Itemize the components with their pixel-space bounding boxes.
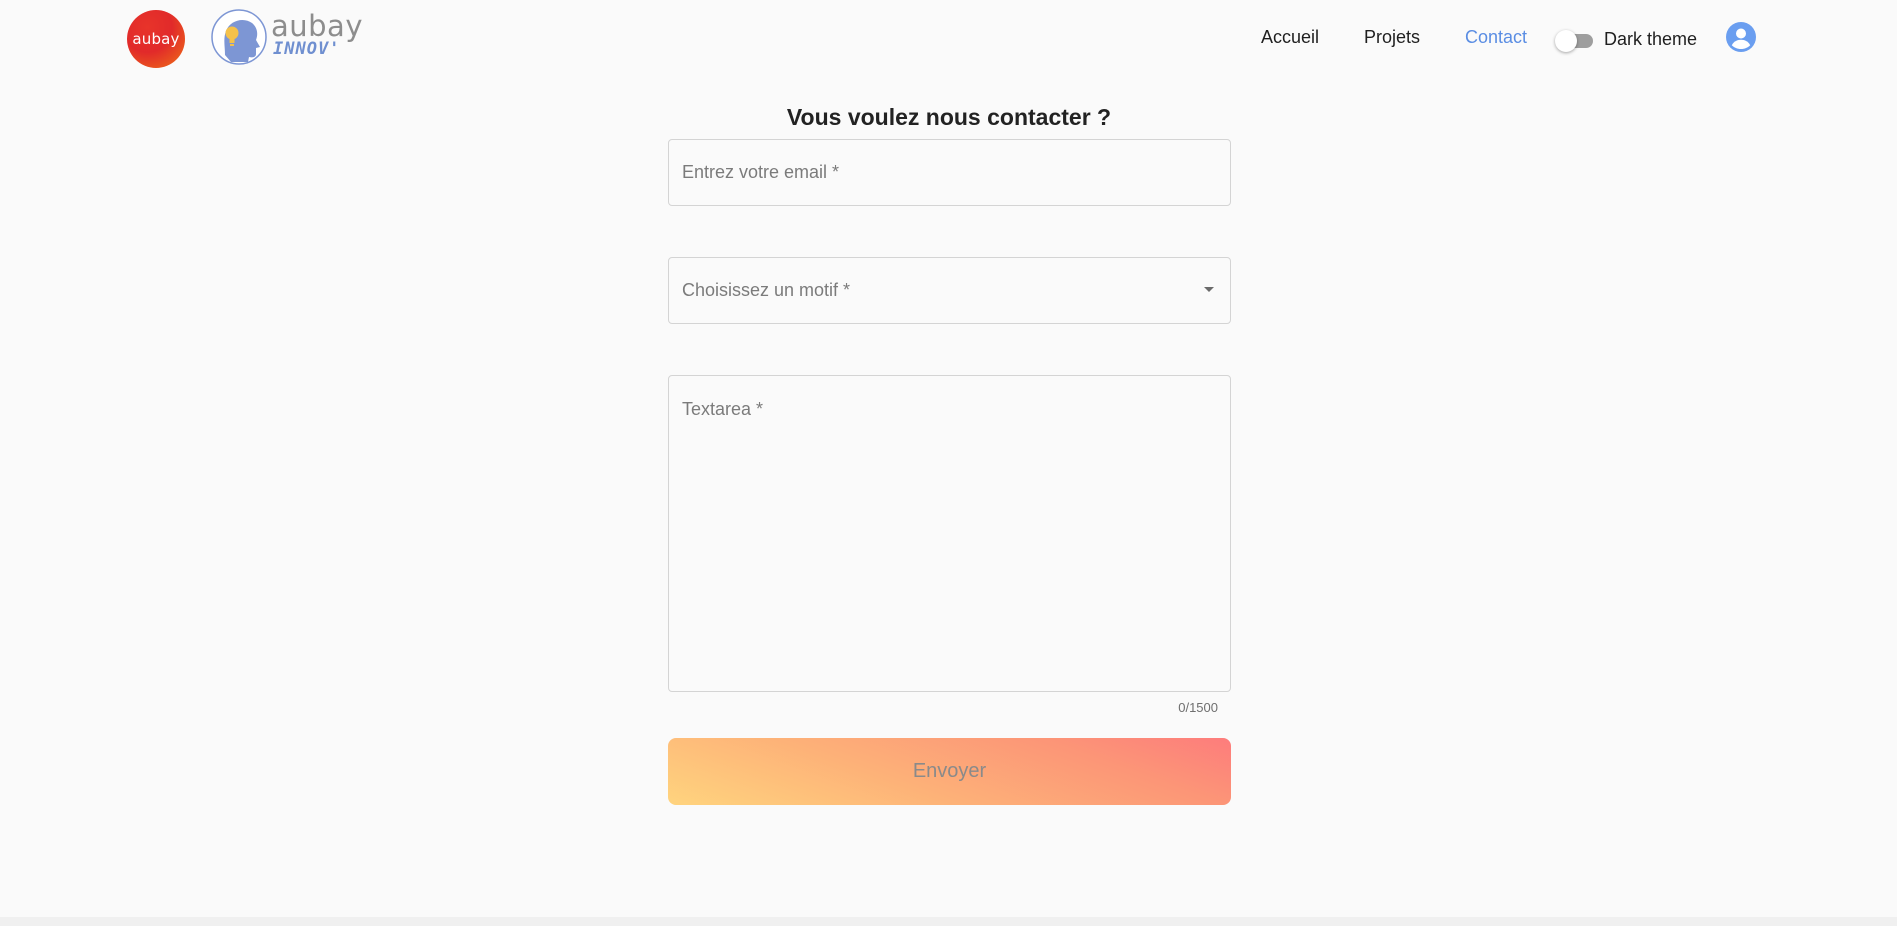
- character-counter: 0/1500: [1178, 700, 1218, 715]
- nav-accueil[interactable]: Accueil: [1261, 24, 1319, 50]
- account-circle-icon: [1726, 22, 1756, 52]
- message-field: [668, 375, 1231, 692]
- dark-theme-toggle[interactable]: [1555, 30, 1595, 52]
- aubay-logo[interactable]: aubay: [127, 10, 185, 68]
- account-button[interactable]: [1726, 22, 1756, 52]
- motif-select[interactable]: Choisissez un motif *: [668, 257, 1231, 324]
- email-field: [668, 139, 1231, 206]
- innov-tagline: INNOV': [273, 39, 341, 59]
- email-input[interactable]: [682, 140, 1212, 205]
- aubay-innov-logo[interactable]: aubay INNOV': [211, 9, 366, 65]
- contact-page: aubay aubay INNOV' Accueil Projets Conta…: [0, 0, 1897, 926]
- head-bulb-icon: [211, 9, 267, 65]
- header: aubay aubay INNOV' Accueil Projets Conta…: [0, 0, 1897, 76]
- message-textarea[interactable]: [682, 397, 1217, 677]
- footer-strip: [0, 917, 1897, 926]
- innov-brand-text: aubay: [271, 9, 363, 43]
- nav-projets[interactable]: Projets: [1364, 24, 1420, 50]
- send-button[interactable]: Envoyer: [668, 738, 1231, 805]
- form-title: Vous voulez nous contacter ?: [786, 104, 1112, 131]
- aubay-logo-text: aubay: [132, 30, 180, 48]
- dark-theme-label: Dark theme: [1604, 29, 1698, 49]
- nav-contact[interactable]: Contact: [1465, 24, 1527, 50]
- dropdown-arrow-icon: [1204, 287, 1214, 292]
- toggle-thumb: [1555, 30, 1577, 52]
- motif-select-placeholder: Choisissez un motif *: [682, 280, 851, 300]
